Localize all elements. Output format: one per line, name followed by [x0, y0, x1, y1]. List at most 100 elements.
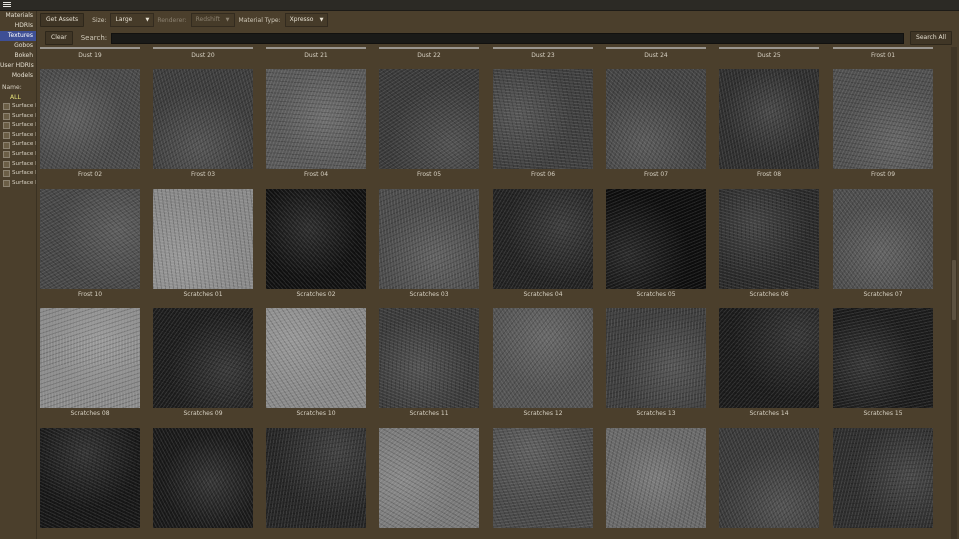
- asset-thumbnail[interactable]: [379, 189, 479, 289]
- asset-thumbnail[interactable]: [719, 428, 819, 528]
- asset-tile[interactable]: [40, 189, 140, 289]
- asset-thumbnail[interactable]: [153, 69, 253, 169]
- asset-tile[interactable]: [153, 69, 253, 169]
- asset-tile[interactable]: [379, 308, 479, 408]
- asset-thumbnail[interactable]: [719, 308, 819, 408]
- sidebar-item-materials[interactable]: Materials: [0, 11, 36, 21]
- asset-tile[interactable]: [606, 428, 706, 528]
- checkbox-icon[interactable]: [3, 103, 10, 111]
- asset-thumbnail[interactable]: [153, 308, 253, 408]
- asset-tile[interactable]: [606, 308, 706, 408]
- asset-tile[interactable]: [266, 428, 366, 528]
- asset-thumbnail-partial[interactable]: [40, 47, 140, 49]
- asset-thumbnail[interactable]: [379, 69, 479, 169]
- asset-thumbnail[interactable]: [40, 428, 140, 528]
- asset-tile[interactable]: [40, 69, 140, 169]
- filter-item[interactable]: Surface I: [0, 102, 36, 112]
- asset-tile[interactable]: [719, 189, 819, 289]
- asset-thumbnail[interactable]: [40, 189, 140, 289]
- asset-thumbnail-partial[interactable]: [153, 47, 253, 49]
- material-type-dropdown[interactable]: Xpresso ▼: [284, 13, 329, 27]
- asset-tile[interactable]: [153, 428, 253, 528]
- checkbox-icon[interactable]: [3, 112, 10, 120]
- sidebar-item-user-hdris[interactable]: User HDRIs: [0, 61, 36, 71]
- checkbox-icon[interactable]: [3, 151, 10, 159]
- asset-tile[interactable]: [833, 428, 933, 528]
- asset-thumbnail[interactable]: [266, 189, 366, 289]
- asset-thumbnail[interactable]: [833, 428, 933, 528]
- filter-item[interactable]: Surface I: [0, 169, 36, 179]
- asset-tile[interactable]: [493, 308, 593, 408]
- asset-tile[interactable]: [153, 189, 253, 289]
- asset-tile[interactable]: [379, 189, 479, 289]
- filter-item[interactable]: Surface I: [0, 140, 36, 150]
- sidebar-item-gobos[interactable]: Gobos: [0, 41, 36, 51]
- asset-tile[interactable]: [493, 189, 593, 289]
- asset-thumbnail[interactable]: [493, 69, 593, 169]
- search-input[interactable]: [111, 32, 905, 44]
- sidebar-item-textures[interactable]: Textures: [0, 31, 36, 41]
- asset-tile[interactable]: [493, 428, 593, 528]
- checkbox-icon[interactable]: [3, 122, 10, 130]
- asset-tile[interactable]: [719, 308, 819, 408]
- asset-tile[interactable]: [266, 189, 366, 289]
- search-all-button[interactable]: Search All: [910, 31, 952, 45]
- asset-thumbnail[interactable]: [833, 308, 933, 408]
- asset-tile[interactable]: [266, 308, 366, 408]
- asset-thumbnail[interactable]: [606, 69, 706, 169]
- checkbox-icon[interactable]: [3, 160, 10, 168]
- asset-tile[interactable]: [833, 308, 933, 408]
- clear-button[interactable]: Clear: [45, 31, 73, 45]
- sidebar-item-hdris[interactable]: HDRIs: [0, 21, 36, 31]
- checkbox-icon[interactable]: [3, 180, 10, 188]
- asset-tile[interactable]: [719, 69, 819, 169]
- asset-tile[interactable]: [719, 428, 819, 528]
- scrollbar-thumb[interactable]: [952, 260, 956, 320]
- asset-thumbnail[interactable]: [606, 189, 706, 289]
- sidebar-item-bokeh[interactable]: Bokeh: [0, 51, 36, 61]
- asset-thumbnail[interactable]: [266, 308, 366, 408]
- asset-thumbnail[interactable]: [40, 308, 140, 408]
- asset-thumbnail[interactable]: [493, 308, 593, 408]
- asset-tile[interactable]: [40, 428, 140, 528]
- asset-tile[interactable]: [379, 428, 479, 528]
- filter-item[interactable]: Surface I: [0, 179, 36, 189]
- filter-item[interactable]: Surface I: [0, 112, 36, 122]
- filter-item[interactable]: Surface I: [0, 131, 36, 141]
- asset-tile[interactable]: [606, 69, 706, 169]
- asset-thumbnail[interactable]: [40, 69, 140, 169]
- asset-thumbnail[interactable]: [606, 428, 706, 528]
- asset-thumbnail[interactable]: [493, 189, 593, 289]
- asset-tile[interactable]: [379, 69, 479, 169]
- asset-thumbnail-partial[interactable]: [719, 47, 819, 49]
- asset-thumbnail[interactable]: [153, 189, 253, 289]
- filter-item[interactable]: Surface I: [0, 160, 36, 170]
- asset-thumbnail[interactable]: [153, 428, 253, 528]
- filter-item[interactable]: Surface I: [0, 121, 36, 131]
- checkbox-icon[interactable]: [3, 141, 10, 149]
- sidebar-item-models[interactable]: Models: [0, 71, 36, 81]
- asset-thumbnail[interactable]: [719, 189, 819, 289]
- asset-tile[interactable]: [153, 308, 253, 408]
- asset-tile[interactable]: [833, 69, 933, 169]
- asset-thumbnail-partial[interactable]: [833, 47, 933, 49]
- asset-thumbnail[interactable]: [606, 308, 706, 408]
- checkbox-icon[interactable]: [3, 132, 10, 140]
- asset-tile[interactable]: [833, 189, 933, 289]
- asset-thumbnail[interactable]: [266, 428, 366, 528]
- asset-thumbnail[interactable]: [833, 69, 933, 169]
- hamburger-icon[interactable]: [3, 1, 11, 9]
- asset-thumbnail[interactable]: [379, 428, 479, 528]
- asset-thumbnail-partial[interactable]: [266, 47, 366, 49]
- asset-thumbnail[interactable]: [493, 428, 593, 528]
- asset-thumbnail-partial[interactable]: [379, 47, 479, 49]
- asset-thumbnail-partial[interactable]: [493, 47, 593, 49]
- asset-thumbnail[interactable]: [379, 308, 479, 408]
- asset-tile[interactable]: [606, 189, 706, 289]
- filter-item[interactable]: Surface I: [0, 150, 36, 160]
- asset-thumbnail[interactable]: [266, 69, 366, 169]
- get-assets-button[interactable]: Get Assets: [40, 13, 85, 27]
- asset-tile[interactable]: [40, 308, 140, 408]
- filter-all[interactable]: ALL: [0, 93, 36, 102]
- asset-tile[interactable]: [493, 69, 593, 169]
